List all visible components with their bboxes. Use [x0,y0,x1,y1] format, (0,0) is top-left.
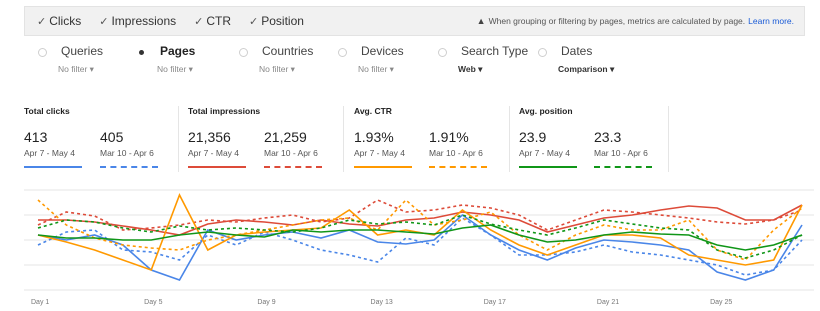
divider [668,106,669,172]
ctr-checkbox-label: CTR [206,14,232,28]
current-range: Apr 7 - May 4 [354,148,406,158]
dimension-label: Queries [61,44,104,58]
series-line-6 [37,224,803,251]
checkmark-icon: ✓ [194,15,204,28]
position-checkbox-label: Position [261,14,304,28]
current-value: 23.9 [519,129,547,145]
dimension-label: Dates [561,44,593,58]
radio-button[interactable] [538,48,547,57]
filter-dropdown[interactable]: Comparison ▾ [558,64,614,75]
divider [509,106,510,172]
current-value: 1.93% [354,129,394,145]
current-range: Apr 7 - May 4 [24,148,76,158]
radio-button[interactable] [239,48,248,57]
previous-range: Mar 10 - Apr 6 [429,148,483,158]
filter-dropdown[interactable]: No filter ▾ [58,64,94,75]
previous-value: 405 [100,129,124,145]
dimension-label: Devices [361,44,404,58]
dimension-selector: Queries No filter ▾ Pages No filter ▾ Co… [24,44,805,89]
chevron-down-icon: ▾ [389,64,394,74]
x-tick-label: Day 9 [257,299,276,306]
previous-value: 1.91% [429,129,469,145]
radio-button[interactable] [438,48,447,57]
chevron-down-icon: ▾ [609,64,615,74]
page-metrics-notice: ▲ When grouping or filtering by pages, m… [477,16,794,26]
previous-legend-line [100,166,158,168]
chevron-down-icon: ▾ [188,64,193,74]
x-tick-label: Day 25 [710,299,733,306]
radio-button-selected[interactable] [137,48,146,57]
previous-range: Mar 10 - Apr 6 [264,148,318,158]
previous-legend-line [264,166,322,168]
current-legend-line [24,166,82,168]
current-legend-line [354,166,412,168]
ctr-checkbox[interactable]: ✓ CTR [194,14,231,28]
notice-text: When grouping or filtering by pages, met… [488,16,746,26]
current-legend-line [188,166,246,168]
current-range: Apr 7 - May 4 [519,148,571,158]
impressions-checkbox-label: Impressions [111,14,177,28]
stat-title: Total clicks [24,106,70,116]
x-tick-label: Day 13 [370,299,393,306]
warning-icon: ▲ [476,16,486,26]
current-legend-line [519,166,577,168]
dimension-label: Pages [160,44,196,58]
previous-legend-line [429,166,487,168]
filter-dropdown[interactable]: No filter ▾ [157,64,193,75]
stat-title: Total impressions [188,106,261,116]
chevron-down-icon: ▾ [290,64,295,74]
clicks-checkbox-label: Clicks [49,14,82,28]
current-range: Apr 7 - May 4 [188,148,240,158]
clicks-checkbox[interactable]: ✓ Clicks [37,14,81,28]
divider [343,106,344,172]
performance-line-chart: Day 1 Day 5 Day 9 Day 13 Day 17 Day 21 Day 25 [24,184,814,311]
previous-range: Mar 10 - Apr 6 [100,148,154,158]
dimension-label: Search Type [461,44,529,58]
x-tick-label: Day 21 [596,299,620,306]
previous-value: 21,259 [264,129,307,145]
x-tick-label: Day 5 [144,299,163,306]
impressions-checkbox[interactable]: ✓ Impressions [99,14,176,28]
chart-plot-area [24,189,814,291]
divider [178,106,179,172]
filter-dropdown[interactable]: No filter ▾ [259,64,295,75]
filter-dropdown[interactable]: Web ▾ [458,64,482,75]
current-value: 413 [24,129,48,145]
x-tick-label: Day 17 [483,299,506,306]
stat-title: Avg. CTR [354,106,392,116]
radio-button[interactable] [38,48,47,57]
metric-summary-row: Total clicks 413 405 Apr 7 - May 4 Mar 1… [24,106,669,172]
previous-legend-line [594,166,652,168]
position-checkbox[interactable]: ✓ Position [249,14,304,28]
checkmark-icon: ✓ [37,15,47,28]
previous-value: 23.3 [594,129,622,145]
series-line-7 [37,214,803,259]
previous-range: Mar 10 - Apr 6 [594,148,648,158]
stat-title: Avg. position [519,106,573,116]
x-tick-label: Day 1 [31,299,50,306]
chevron-down-icon: ▾ [478,64,483,74]
metric-toggle-bar: ✓ Clicks ✓ Impressions ✓ CTR ✓ Position … [24,6,805,36]
radio-button[interactable] [338,48,347,57]
current-value: 21,356 [188,129,231,145]
filter-dropdown[interactable]: No filter ▾ [358,64,394,75]
dimension-label: Countries [262,44,314,58]
checkmark-icon: ✓ [249,15,259,28]
learn-more-link[interactable]: Learn more. [748,16,794,26]
chevron-down-icon: ▾ [89,64,94,74]
checkmark-icon: ✓ [99,15,109,28]
